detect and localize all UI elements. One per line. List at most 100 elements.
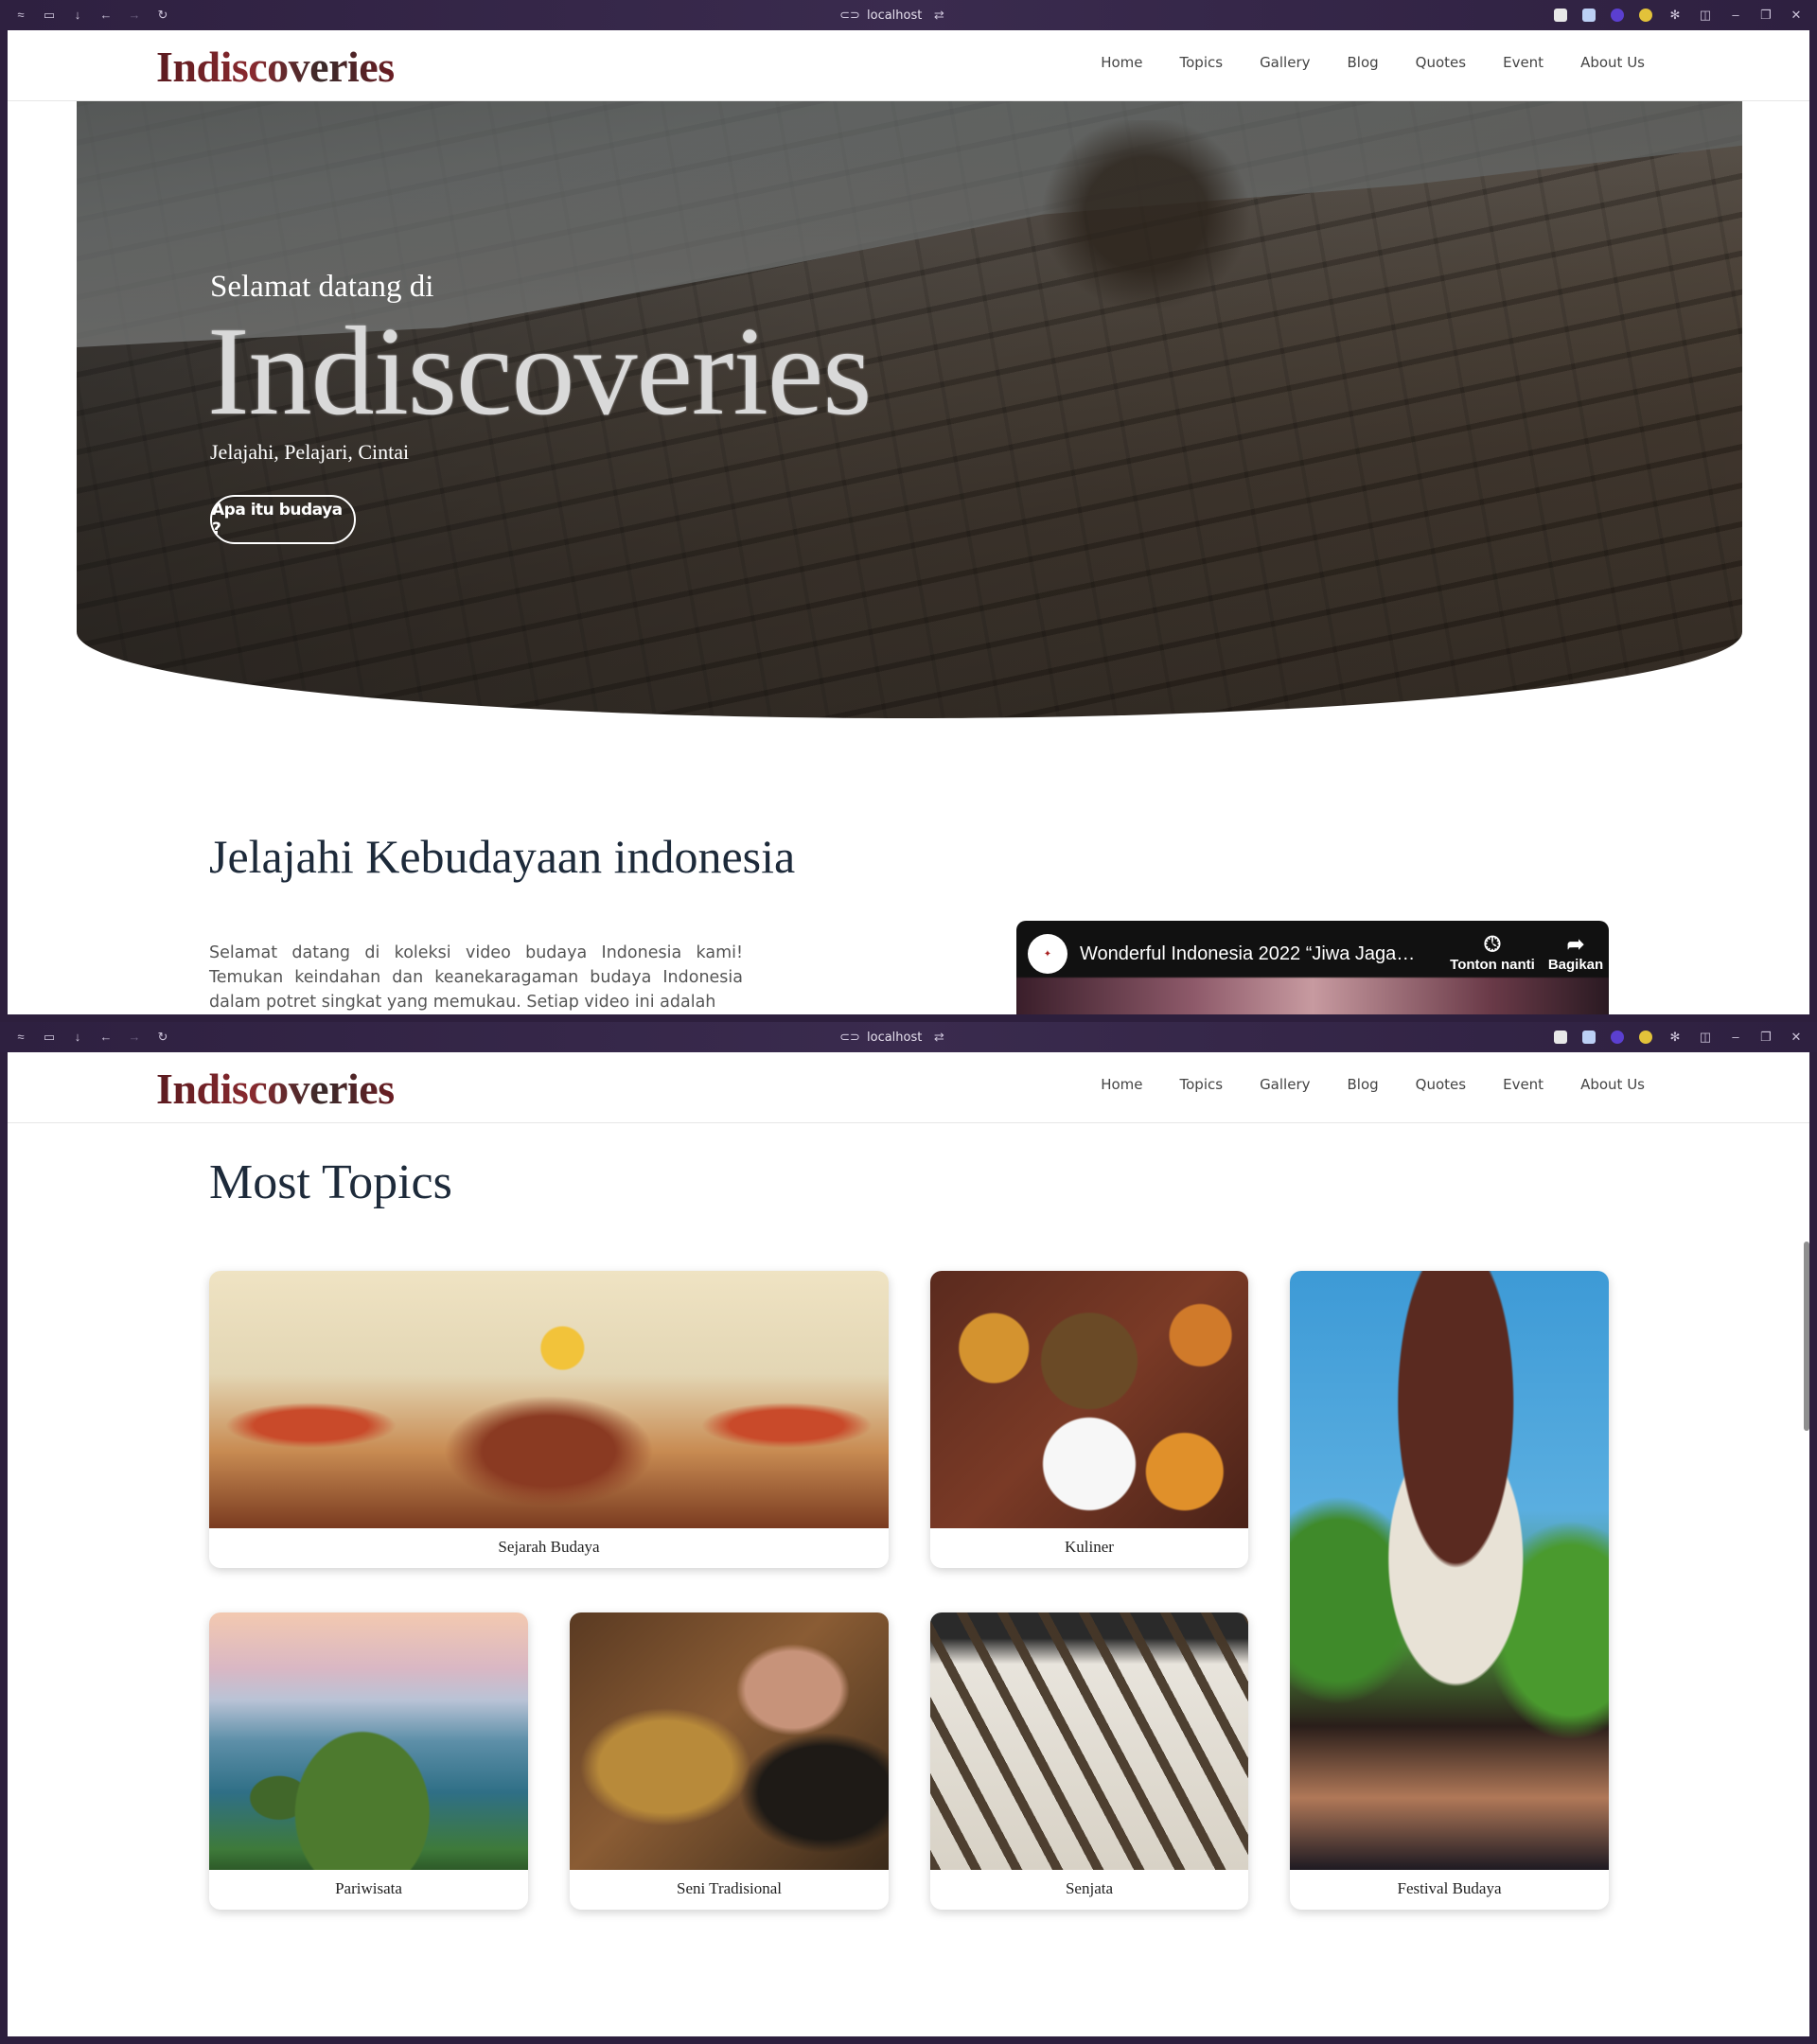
topic-card-sejarah-budaya[interactable]: Sejarah Budaya — [209, 1271, 889, 1568]
browser-window-bottom: ≈ ▭ ↓ ← → ↻ ⊂⊃ localhost ⇄ ✻ ◫ – ❐ ✕ Ind… — [0, 1022, 1817, 2044]
main-menu: Home Topics Gallery Blog Quotes Event Ab… — [1101, 1076, 1645, 1093]
intro-text: Selamat datang di koleksi video budaya I… — [209, 943, 743, 1012]
nav-quotes[interactable]: Quotes — [1416, 54, 1466, 71]
nav-gallery[interactable]: Gallery — [1260, 1076, 1310, 1093]
nav-about-us[interactable]: About Us — [1580, 1076, 1645, 1093]
minimize-icon[interactable]: – — [1728, 8, 1743, 23]
site-logo[interactable]: Indiscoveries — [156, 42, 395, 92]
extension-icon[interactable] — [1611, 9, 1624, 22]
url-text[interactable]: localhost — [867, 1031, 922, 1045]
topic-image[interactable] — [1290, 1271, 1609, 1870]
browser-logo-icon[interactable]: ≈ — [13, 8, 28, 23]
browser-titlebar: ≈ ▭ ↓ ← → ↻ ⊂⊃ localhost ⇄ ✻ ◫ – ❐ ✕ — [0, 1022, 1817, 1052]
extension-icon[interactable] — [1554, 1031, 1567, 1044]
hero-title: Indiscoveries — [207, 301, 872, 441]
what-is-culture-button[interactable]: Apa itu budaya ? — [210, 495, 356, 544]
back-icon[interactable]: ← — [98, 8, 114, 23]
clock-icon: 🕓︎ — [1484, 932, 1501, 956]
link-icon: ⊂⊃ — [839, 1030, 860, 1044]
site-navbar: Indiscoveries Home Topics Gallery Blog Q… — [8, 30, 1809, 101]
url-text[interactable]: localhost — [867, 9, 922, 23]
sidebar-toggle-icon[interactable]: ▭ — [42, 1030, 57, 1045]
back-icon[interactable]: ← — [98, 1030, 114, 1045]
share-button[interactable]: ➦ Bagikan — [1533, 932, 1609, 973]
topic-label: Kuliner — [1065, 1538, 1114, 1556]
minimize-icon[interactable]: – — [1728, 1030, 1743, 1045]
topic-image[interactable] — [930, 1271, 1248, 1528]
close-icon[interactable]: ✕ — [1789, 1030, 1804, 1045]
site-navbar: Indiscoveries Home Topics Gallery Blog Q… — [8, 1052, 1809, 1123]
extension-icon[interactable] — [1611, 1031, 1624, 1044]
extension-icon[interactable] — [1639, 1031, 1652, 1044]
maximize-icon[interactable]: ❐ — [1758, 1030, 1773, 1045]
split-view-icon[interactable]: ◫ — [1698, 1030, 1713, 1045]
nav-event[interactable]: Event — [1503, 1076, 1544, 1093]
reload-icon[interactable]: ↻ — [155, 1030, 170, 1045]
nav-blog[interactable]: Blog — [1348, 54, 1379, 71]
extension-icon[interactable] — [1639, 9, 1652, 22]
video-title[interactable]: Wonderful Indonesia 2022 “Jiwa Jagad... — [1080, 943, 1420, 965]
topic-card-pariwisata[interactable]: Pariwisata — [209, 1612, 528, 1910]
watch-later-label: Tonton nanti — [1450, 957, 1535, 973]
site-settings-icon[interactable]: ⇄ — [931, 1030, 946, 1045]
watch-later-button[interactable]: 🕓︎ Tonton nanti — [1450, 932, 1535, 973]
intro-heading: Jelajahi Kebudayaan indonesia — [209, 830, 796, 883]
nav-home[interactable]: Home — [1101, 1076, 1142, 1093]
main-menu: Home Topics Gallery Blog Quotes Event Ab… — [1101, 54, 1645, 71]
split-view-icon[interactable]: ◫ — [1698, 8, 1713, 23]
topic-label: Festival Budaya — [1397, 1879, 1502, 1897]
topic-card-seni-tradisional[interactable]: Seni Tradisional — [570, 1612, 889, 1910]
address-bar[interactable]: ⊂⊃ localhost ⇄ — [839, 8, 946, 23]
topic-card-kuliner[interactable]: Kuliner — [930, 1271, 1248, 1568]
hero-temple-image — [1023, 120, 1269, 328]
nav-topics[interactable]: Topics — [1180, 54, 1224, 71]
extension-icon[interactable] — [1582, 9, 1596, 22]
download-icon[interactable]: ↓ — [70, 1030, 85, 1045]
topic-image[interactable] — [570, 1612, 889, 1870]
channel-avatar[interactable]: ✦ — [1028, 934, 1067, 974]
nav-quotes[interactable]: Quotes — [1416, 1076, 1466, 1093]
site-settings-icon[interactable]: ⇄ — [931, 8, 946, 23]
topic-image[interactable] — [930, 1612, 1248, 1870]
extension-icon[interactable] — [1582, 1031, 1596, 1044]
download-icon[interactable]: ↓ — [70, 8, 85, 23]
browser-logo-icon[interactable]: ≈ — [13, 1030, 28, 1045]
nav-about-us[interactable]: About Us — [1580, 54, 1645, 71]
topic-card-festival-budaya[interactable]: Festival Budaya — [1290, 1271, 1609, 1910]
hero-banner: Selamat datang di Indiscoveries Jelajahi… — [77, 101, 1742, 718]
topic-label: Sejarah Budaya — [498, 1538, 600, 1556]
topic-card-senjata[interactable]: Senjata — [930, 1612, 1248, 1910]
settings-icon[interactable]: ✻ — [1667, 8, 1683, 23]
topic-image[interactable] — [209, 1612, 528, 1870]
share-arrow-icon: ➦ — [1566, 932, 1585, 956]
close-icon[interactable]: ✕ — [1789, 8, 1804, 23]
settings-icon[interactable]: ✻ — [1667, 1030, 1683, 1045]
nav-gallery[interactable]: Gallery — [1260, 54, 1310, 71]
topic-image[interactable] — [209, 1271, 889, 1528]
topics-heading: Most Topics — [209, 1155, 452, 1209]
sidebar-toggle-icon[interactable]: ▭ — [42, 8, 57, 23]
nav-blog[interactable]: Blog — [1348, 1076, 1379, 1093]
topic-label: Pariwisata — [335, 1879, 402, 1897]
topic-label: Seni Tradisional — [677, 1879, 782, 1897]
address-bar[interactable]: ⊂⊃ localhost ⇄ — [839, 1030, 946, 1045]
hero-tagline: Jelajahi, Pelajari, Cintai — [210, 440, 410, 464]
reload-icon[interactable]: ↻ — [155, 8, 170, 23]
page-scrollbar[interactable] — [1804, 1242, 1809, 1431]
link-icon: ⊂⊃ — [839, 8, 860, 22]
video-thumbnail[interactable] — [1016, 978, 1609, 1014]
forward-icon[interactable]: → — [127, 1030, 142, 1045]
nav-event[interactable]: Event — [1503, 54, 1544, 71]
browser-window-top: ≈ ▭ ↓ ← → ↻ ⊂⊃ localhost ⇄ ✻ ◫ – ❐ ✕ Ind… — [0, 0, 1817, 1022]
nav-home[interactable]: Home — [1101, 54, 1142, 71]
youtube-video-embed[interactable]: ✦ Wonderful Indonesia 2022 “Jiwa Jagad..… — [1016, 921, 1609, 1014]
forward-icon[interactable]: → — [127, 8, 142, 23]
maximize-icon[interactable]: ❐ — [1758, 8, 1773, 23]
extension-icon[interactable] — [1554, 9, 1567, 22]
site-logo[interactable]: Indiscoveries — [156, 1064, 395, 1114]
share-label: Bagikan — [1547, 957, 1604, 973]
page-viewport: Indiscoveries Home Topics Gallery Blog Q… — [8, 30, 1809, 1014]
browser-titlebar: ≈ ▭ ↓ ← → ↻ ⊂⊃ localhost ⇄ ✻ ◫ – ❐ ✕ — [0, 0, 1817, 30]
topic-label: Senjata — [1065, 1879, 1114, 1897]
nav-topics[interactable]: Topics — [1180, 1076, 1224, 1093]
